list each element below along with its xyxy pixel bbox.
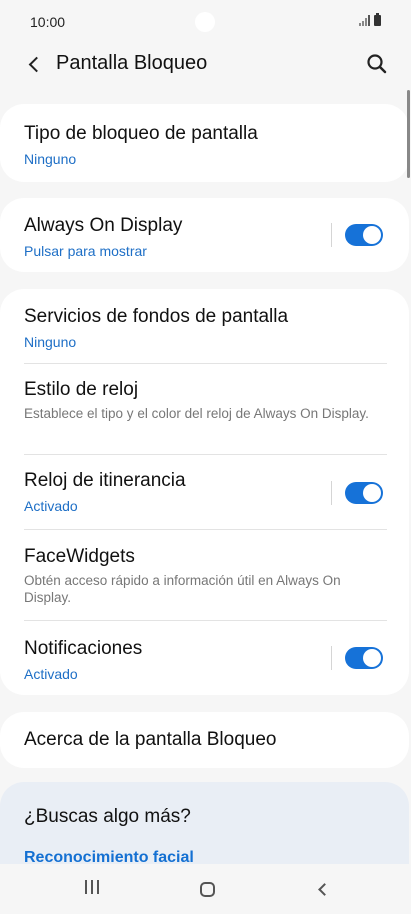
system-icons [359, 13, 381, 26]
clock-style-description: Establece el tipo y el color del reloj d… [24, 406, 369, 421]
scrollbar[interactable] [407, 90, 410, 178]
clock-style-item[interactable]: Estilo de reloj Establece el tipo y el c… [0, 364, 409, 455]
back-icon [317, 882, 331, 896]
notifications-switch-area [331, 646, 383, 670]
roaming-clock-item[interactable]: Reloj de itinerancia Activado [0, 455, 409, 530]
facewidgets-item[interactable]: FaceWidgets Obtén acceso rápido a inform… [0, 530, 409, 621]
back-button[interactable] [20, 50, 48, 78]
roaming-clock-toggle[interactable] [345, 481, 383, 504]
wallpaper-services-value: Ninguno [24, 334, 77, 350]
search-icon [367, 54, 387, 74]
home-icon [199, 881, 215, 897]
aod-toggle[interactable] [345, 224, 383, 246]
roaming-clock-switch-area [331, 480, 383, 505]
notifications-item[interactable]: Notificaciones Activado [0, 621, 409, 695]
aod-card: Always On Display Pulsar para mostrar [0, 198, 409, 272]
lock-type-item[interactable]: Tipo de bloqueo de pantalla Ninguno [0, 104, 409, 182]
face-recognition-link[interactable]: Reconocimiento facial [24, 849, 194, 864]
page-title: Pantalla Bloqueo [56, 52, 208, 74]
facewidgets-description: Obtén acceso rápido a información útil e… [24, 573, 341, 605]
lock-type-value: Ninguno [24, 151, 77, 167]
status-time: 10:00 [30, 14, 66, 30]
status-bar: 10:00 [0, 0, 411, 44]
app-bar: Pantalla Bloqueo [0, 44, 411, 84]
wallpaper-services-title: Servicios de fondos de pantalla [24, 306, 289, 327]
divider [331, 480, 332, 505]
divider [331, 646, 332, 670]
lock-type-card: Tipo de bloqueo de pantalla Ninguno [0, 104, 409, 182]
lock-screen-settings: 10:00 Pantalla Bloqueo Tipo de bloqueo d… [0, 0, 411, 914]
signal-icon [359, 15, 370, 26]
home-button[interactable] [192, 876, 222, 902]
looking-for-more-card: ¿Buscas algo más? Reconocimiento facial [0, 782, 409, 864]
looking-for-more-title: ¿Buscas algo más? [24, 806, 191, 827]
divider [331, 223, 332, 247]
notifications-toggle[interactable] [345, 647, 383, 669]
battery-icon [374, 13, 381, 26]
search-button[interactable] [365, 52, 389, 76]
about-title: Acerca de la pantalla Bloqueo [24, 729, 277, 750]
lock-type-title: Tipo de bloqueo de pantalla [24, 123, 258, 144]
navigation-bar [0, 864, 411, 914]
aod-item[interactable]: Always On Display Pulsar para mostrar [0, 198, 409, 272]
aod-switch-area [331, 223, 383, 247]
nav-back-button[interactable] [307, 876, 337, 902]
about-item[interactable]: Acerca de la pantalla Bloqueo [0, 712, 409, 768]
clock-style-title: Estilo de reloj [24, 379, 139, 400]
front-camera [195, 12, 215, 32]
chevron-left-icon [28, 56, 44, 72]
recents-icon [83, 879, 101, 899]
about-card: Acerca de la pantalla Bloqueo [0, 712, 409, 768]
wallpaper-services-item[interactable]: Servicios de fondos de pantalla Ninguno [0, 289, 409, 364]
facewidgets-title: FaceWidgets [24, 546, 135, 567]
recents-button[interactable] [77, 876, 107, 902]
lock-settings-card: Servicios de fondos de pantalla Ninguno … [0, 289, 409, 695]
